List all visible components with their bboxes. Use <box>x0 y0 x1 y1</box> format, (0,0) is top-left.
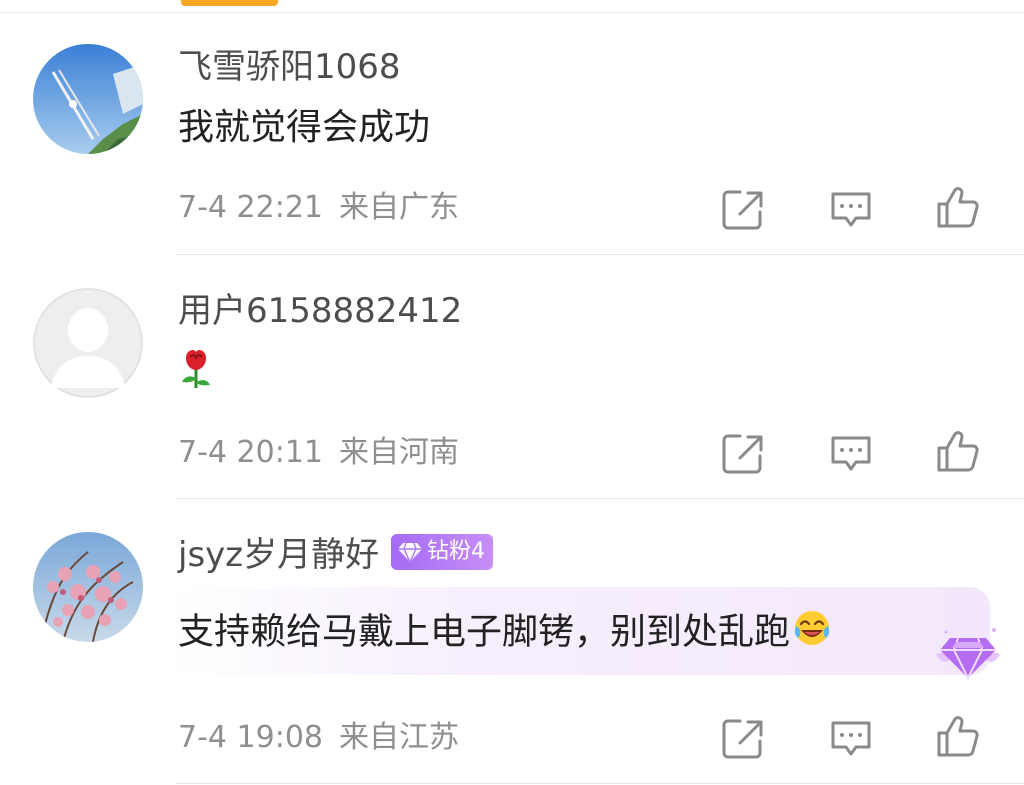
share-icon <box>722 719 763 759</box>
reply-icon <box>831 721 871 756</box>
like-icon <box>937 187 979 228</box>
timestamp: 7-4 20:11 <box>178 435 323 470</box>
timestamp: 7-4 22:21 <box>178 190 323 225</box>
location: 来自江苏 <box>339 720 459 755</box>
divider <box>0 12 1024 13</box>
share-icon <box>722 190 763 230</box>
share-icon <box>722 434 763 474</box>
like-button[interactable] <box>935 713 981 759</box>
share-button[interactable] <box>720 186 766 232</box>
comment-text: 支持赖给马戴上电子脚铐，别到处乱跑 <box>178 608 832 659</box>
diamond-decoration-icon <box>932 620 1004 684</box>
rose-emoji-icon <box>178 348 214 401</box>
like-icon <box>937 716 979 757</box>
avatar[interactable] <box>33 532 143 642</box>
laughing-emoji-icon <box>792 608 832 659</box>
comment-meta: 7-4 22:21 来自广东 <box>178 190 459 226</box>
reply-icon <box>831 436 871 471</box>
badge-label: 钻粉4 <box>427 539 485 564</box>
comment-text <box>178 348 214 401</box>
reply-button[interactable] <box>828 186 874 232</box>
divider <box>176 783 1024 784</box>
avatar[interactable] <box>33 288 143 398</box>
share-button[interactable] <box>720 715 766 761</box>
reply-icon <box>831 192 871 227</box>
reply-button[interactable] <box>828 430 874 476</box>
comment-meta: 7-4 20:11 来自河南 <box>178 435 459 471</box>
share-button[interactable] <box>720 430 766 476</box>
divider <box>176 498 1024 499</box>
like-icon <box>937 431 979 472</box>
top-badge-edge <box>181 0 278 6</box>
comment-text-body: 支持赖给马戴上电子脚铐，别到处乱跑 <box>178 611 791 653</box>
divider <box>176 254 1024 255</box>
avatar[interactable] <box>33 44 143 154</box>
comment-meta: 7-4 19:08 来自江苏 <box>178 720 459 756</box>
like-button[interactable] <box>935 184 981 230</box>
username[interactable]: jsyz岁月静好 <box>178 535 379 575</box>
username[interactable]: 用户6158882412 <box>178 291 462 331</box>
reply-button[interactable] <box>828 715 874 761</box>
diamond-icon <box>398 542 422 563</box>
comment-text: 我就觉得会成功 <box>178 107 431 148</box>
fan-badge[interactable]: 钻粉4 <box>391 534 493 570</box>
timestamp: 7-4 19:08 <box>178 720 323 755</box>
like-button[interactable] <box>935 428 981 474</box>
location: 来自河南 <box>339 435 459 470</box>
username[interactable]: 飞雪骄阳1068 <box>178 47 401 87</box>
location: 来自广东 <box>339 190 459 225</box>
